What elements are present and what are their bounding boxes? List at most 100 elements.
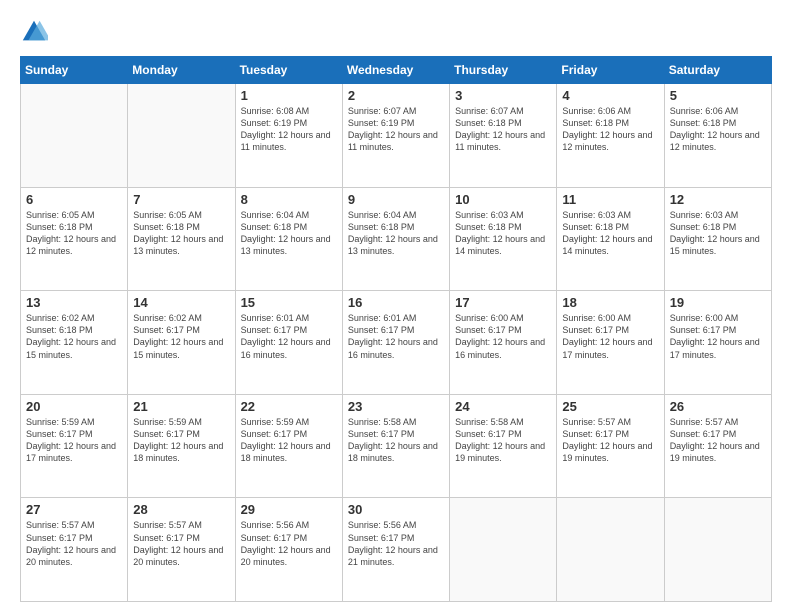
day-number: 18: [562, 295, 658, 310]
calendar-cell: 10 Sunrise: 6:03 AM Sunset: 6:18 PM Dayli…: [450, 187, 557, 291]
day-number: 1: [241, 88, 337, 103]
calendar-cell: 26Sunrise: 5:57 AM Sunset: 6:17 PM Dayli…: [664, 394, 771, 498]
weekday-header-row: SundayMondayTuesdayWednesdayThursdayFrid…: [21, 57, 772, 84]
day-number: 13: [26, 295, 122, 310]
day-info: Sunrise: 6:07 AM Sunset: 6:19 PM Dayligh…: [348, 105, 444, 154]
day-info: Sunrise: 5:56 AM Sunset: 6:17 PM Dayligh…: [348, 519, 444, 568]
weekday-sunday: Sunday: [21, 57, 128, 84]
day-number: 28: [133, 502, 229, 517]
calendar-cell: 2 Sunrise: 6:07 AM Sunset: 6:19 PM Daylig…: [342, 84, 449, 188]
calendar: SundayMondayTuesdayWednesdayThursdayFrid…: [20, 56, 772, 602]
day-info: Sunrise: 5:56 AM Sunset: 6:17 PM Dayligh…: [241, 519, 337, 568]
day-number: 16: [348, 295, 444, 310]
calendar-body: 1 Sunrise: 6:08 AM Sunset: 6:19 PM Daylig…: [21, 84, 772, 602]
day-info: Sunrise: 5:57 AM Sunset: 6:17 PM Dayligh…: [670, 416, 766, 465]
day-info: Sunrise: 5:59 AM Sunset: 6:17 PM Dayligh…: [26, 416, 122, 465]
day-info: Sunrise: 6:00 AM Sunset: 6:17 PM Dayligh…: [455, 312, 551, 361]
calendar-cell: 29 Sunrise: 5:56 AM Sunset: 6:17 PM Dayli…: [235, 498, 342, 602]
day-number: 21: [133, 399, 229, 414]
calendar-cell: 13 Sunrise: 6:02 AM Sunset: 6:18 PM Dayli…: [21, 291, 128, 395]
day-number: 10: [455, 192, 551, 207]
calendar-cell: 18 Sunrise: 6:00 AM Sunset: 6:17 PM Dayli…: [557, 291, 664, 395]
day-number: 17: [455, 295, 551, 310]
calendar-cell: 12 Sunrise: 6:03 AM Sunset: 6:18 PM Dayli…: [664, 187, 771, 291]
day-info: Sunrise: 5:58 AM Sunset: 6:17 PM Dayligh…: [455, 416, 551, 465]
weekday-thursday: Thursday: [450, 57, 557, 84]
day-number: 14: [133, 295, 229, 310]
day-info: Sunrise: 6:06 AM Sunset: 6:18 PM Dayligh…: [670, 105, 766, 154]
day-number: 2: [348, 88, 444, 103]
weekday-wednesday: Wednesday: [342, 57, 449, 84]
calendar-cell: 28 Sunrise: 5:57 AM Sunset: 6:17 PM Dayli…: [128, 498, 235, 602]
day-info: Sunrise: 5:59 AM Sunset: 6:17 PM Dayligh…: [241, 416, 337, 465]
calendar-cell: 8 Sunrise: 6:04 AM Sunset: 6:18 PM Daylig…: [235, 187, 342, 291]
weekday-monday: Monday: [128, 57, 235, 84]
calendar-cell: [128, 84, 235, 188]
day-number: 19: [670, 295, 766, 310]
day-info: Sunrise: 6:05 AM Sunset: 6:18 PM Dayligh…: [26, 209, 122, 258]
day-info: Sunrise: 6:02 AM Sunset: 6:17 PM Dayligh…: [133, 312, 229, 361]
day-info: Sunrise: 6:01 AM Sunset: 6:17 PM Dayligh…: [348, 312, 444, 361]
day-info: Sunrise: 6:03 AM Sunset: 6:18 PM Dayligh…: [455, 209, 551, 258]
calendar-cell: 7Sunrise: 6:05 AM Sunset: 6:18 PM Daylig…: [128, 187, 235, 291]
day-info: Sunrise: 6:03 AM Sunset: 6:18 PM Dayligh…: [562, 209, 658, 258]
day-info: Sunrise: 6:01 AM Sunset: 6:17 PM Dayligh…: [241, 312, 337, 361]
calendar-cell: 9 Sunrise: 6:04 AM Sunset: 6:18 PM Daylig…: [342, 187, 449, 291]
calendar-cell: 20 Sunrise: 5:59 AM Sunset: 6:17 PM Dayli…: [21, 394, 128, 498]
calendar-cell: 24Sunrise: 5:58 AM Sunset: 6:17 PM Dayli…: [450, 394, 557, 498]
day-number: 25: [562, 399, 658, 414]
day-info: Sunrise: 6:03 AM Sunset: 6:18 PM Dayligh…: [670, 209, 766, 258]
weekday-saturday: Saturday: [664, 57, 771, 84]
calendar-week-0: 1 Sunrise: 6:08 AM Sunset: 6:19 PM Daylig…: [21, 84, 772, 188]
calendar-cell: [557, 498, 664, 602]
calendar-week-2: 13 Sunrise: 6:02 AM Sunset: 6:18 PM Dayli…: [21, 291, 772, 395]
day-number: 4: [562, 88, 658, 103]
calendar-cell: 3 Sunrise: 6:07 AM Sunset: 6:18 PM Daylig…: [450, 84, 557, 188]
day-number: 15: [241, 295, 337, 310]
day-info: Sunrise: 5:58 AM Sunset: 6:17 PM Dayligh…: [348, 416, 444, 465]
calendar-week-3: 20 Sunrise: 5:59 AM Sunset: 6:17 PM Dayli…: [21, 394, 772, 498]
calendar-week-1: 6Sunrise: 6:05 AM Sunset: 6:18 PM Daylig…: [21, 187, 772, 291]
calendar-week-4: 27 Sunrise: 5:57 AM Sunset: 6:17 PM Dayli…: [21, 498, 772, 602]
day-info: Sunrise: 6:00 AM Sunset: 6:17 PM Dayligh…: [562, 312, 658, 361]
day-info: Sunrise: 5:59 AM Sunset: 6:17 PM Dayligh…: [133, 416, 229, 465]
day-number: 12: [670, 192, 766, 207]
calendar-cell: 27Sunrise: 5:57 AM Sunset: 6:17 PM Dayli…: [21, 498, 128, 602]
day-info: Sunrise: 5:57 AM Sunset: 6:17 PM Dayligh…: [562, 416, 658, 465]
calendar-cell: 25 Sunrise: 5:57 AM Sunset: 6:17 PM Dayli…: [557, 394, 664, 498]
day-number: 29: [241, 502, 337, 517]
day-number: 27: [26, 502, 122, 517]
day-info: Sunrise: 6:07 AM Sunset: 6:18 PM Dayligh…: [455, 105, 551, 154]
day-info: Sunrise: 6:08 AM Sunset: 6:19 PM Dayligh…: [241, 105, 337, 154]
calendar-cell: 4 Sunrise: 6:06 AM Sunset: 6:18 PM Daylig…: [557, 84, 664, 188]
day-info: Sunrise: 5:57 AM Sunset: 6:17 PM Dayligh…: [133, 519, 229, 568]
day-number: 9: [348, 192, 444, 207]
weekday-friday: Friday: [557, 57, 664, 84]
calendar-cell: 16 Sunrise: 6:01 AM Sunset: 6:17 PM Dayli…: [342, 291, 449, 395]
calendar-cell: 23 Sunrise: 5:58 AM Sunset: 6:17 PM Dayli…: [342, 394, 449, 498]
day-number: 8: [241, 192, 337, 207]
logo: [20, 18, 50, 46]
logo-icon: [20, 18, 48, 46]
day-info: Sunrise: 6:04 AM Sunset: 6:18 PM Dayligh…: [241, 209, 337, 258]
calendar-cell: [21, 84, 128, 188]
calendar-cell: 5 Sunrise: 6:06 AM Sunset: 6:18 PM Daylig…: [664, 84, 771, 188]
day-info: Sunrise: 6:00 AM Sunset: 6:17 PM Dayligh…: [670, 312, 766, 361]
day-number: 23: [348, 399, 444, 414]
calendar-cell: 11Sunrise: 6:03 AM Sunset: 6:18 PM Dayli…: [557, 187, 664, 291]
calendar-header: SundayMondayTuesdayWednesdayThursdayFrid…: [21, 57, 772, 84]
calendar-cell: 14 Sunrise: 6:02 AM Sunset: 6:17 PM Dayli…: [128, 291, 235, 395]
day-number: 7: [133, 192, 229, 207]
day-number: 20: [26, 399, 122, 414]
day-number: 5: [670, 88, 766, 103]
day-number: 30: [348, 502, 444, 517]
calendar-cell: 22Sunrise: 5:59 AM Sunset: 6:17 PM Dayli…: [235, 394, 342, 498]
calendar-cell: 17 Sunrise: 6:00 AM Sunset: 6:17 PM Dayli…: [450, 291, 557, 395]
day-info: Sunrise: 6:04 AM Sunset: 6:18 PM Dayligh…: [348, 209, 444, 258]
calendar-cell: 1 Sunrise: 6:08 AM Sunset: 6:19 PM Daylig…: [235, 84, 342, 188]
calendar-cell: 15 Sunrise: 6:01 AM Sunset: 6:17 PM Dayli…: [235, 291, 342, 395]
day-info: Sunrise: 6:06 AM Sunset: 6:18 PM Dayligh…: [562, 105, 658, 154]
calendar-cell: [664, 498, 771, 602]
day-info: Sunrise: 6:02 AM Sunset: 6:18 PM Dayligh…: [26, 312, 122, 361]
day-number: 3: [455, 88, 551, 103]
